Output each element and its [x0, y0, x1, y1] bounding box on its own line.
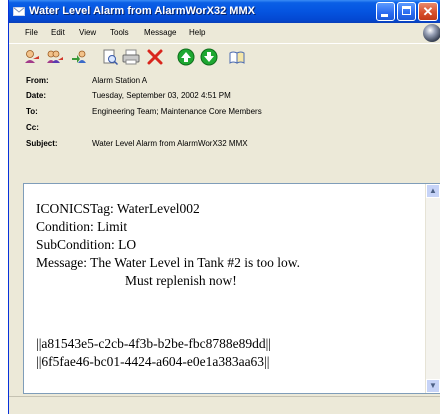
menu-help[interactable]: Help — [189, 28, 205, 37]
maximize-button[interactable] — [397, 2, 416, 21]
next-icon[interactable] — [200, 48, 218, 66]
to-value: Engineering Team; Maintenance Core Membe… — [92, 107, 262, 116]
message-line-action: Must replenish now! — [125, 273, 237, 288]
date-value: Tuesday, September 03, 2002 4:51 PM — [92, 91, 231, 100]
menu-tools[interactable]: Tools — [110, 28, 129, 37]
menu-bar: File Edit View Tools Message Help — [9, 23, 440, 43]
menu-view[interactable]: View — [79, 28, 96, 37]
minimize-button[interactable] — [376, 2, 395, 21]
message-line-subcondition: SubCondition: LO — [36, 237, 137, 252]
date-label: Date: — [26, 91, 47, 100]
subject-value: Water Level Alarm from AlarmWorX32 MMX — [92, 139, 248, 148]
from-value: Alarm Station A — [92, 76, 148, 85]
window-title: Water Level Alarm from AlarmWorX32 MMX — [29, 5, 255, 17]
to-label: To: — [26, 107, 38, 116]
reply-icon[interactable] — [23, 48, 41, 66]
vertical-scrollbar[interactable]: ▲ ▼ — [425, 184, 440, 393]
status-bar — [9, 396, 440, 414]
subject-label: Subject: — [26, 139, 58, 148]
message-guid-2: ||6f5fae46-bc01-4424-a604-e0e1a383aa63|| — [36, 354, 270, 369]
address-book-icon[interactable] — [228, 48, 246, 66]
from-label: From: — [26, 76, 49, 85]
previous-icon[interactable] — [177, 48, 195, 66]
toolbar — [9, 43, 440, 70]
cc-label: Cc: — [26, 123, 39, 132]
print-preview-icon[interactable] — [101, 48, 119, 66]
delete-icon[interactable] — [146, 48, 164, 66]
scroll-down-button[interactable]: ▼ — [426, 379, 440, 393]
title-bar[interactable]: Water Level Alarm from AlarmWorX32 MMX ✕ — [9, 0, 440, 23]
message-header: From: Alarm Station A Date: Tuesday, Sep… — [9, 69, 440, 181]
close-icon: ✕ — [422, 4, 434, 19]
scroll-up-button[interactable]: ▲ — [426, 184, 440, 198]
menu-file[interactable]: File — [25, 28, 38, 37]
maximize-icon — [402, 6, 411, 15]
message-line-tag: ICONICSTag: WaterLevel002 — [36, 201, 200, 216]
forward-icon[interactable] — [71, 48, 89, 66]
close-button[interactable]: ✕ — [418, 2, 438, 21]
menu-edit[interactable]: Edit — [51, 28, 65, 37]
message-line-condition: Condition: Limit — [36, 219, 128, 234]
minimize-icon — [381, 14, 388, 17]
envelope-icon — [13, 7, 25, 16]
mail-window: Water Level Alarm from AlarmWorX32 MMX ✕… — [8, 0, 440, 414]
message-guid-1: ||a81543e5-c2cb-4f3b-b2be-fbc8788e89dd|| — [36, 336, 271, 351]
reply-all-icon[interactable] — [46, 48, 64, 66]
message-body[interactable]: ICONICSTag: WaterLevel002 Condition: Lim… — [23, 183, 440, 394]
message-line-text: Message: The Water Level in Tank #2 is t… — [36, 255, 301, 270]
windows-logo-icon — [423, 24, 440, 42]
menu-message[interactable]: Message — [144, 28, 176, 37]
print-icon[interactable] — [122, 48, 140, 66]
